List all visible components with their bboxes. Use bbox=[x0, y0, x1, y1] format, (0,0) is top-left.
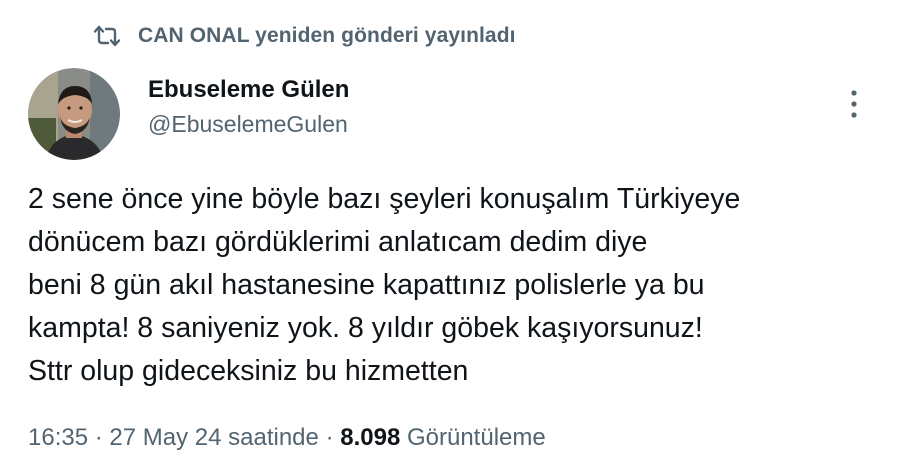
tweet-line: Sttr olup gideceksiniz bu hizmetten bbox=[28, 355, 469, 387]
repost-banner[interactable]: CAN ONAL yeniden gönderi yayınladı bbox=[92, 18, 516, 54]
meta-separator: · bbox=[325, 424, 334, 451]
tweet-line: 2 sene önce yine böyle bazı şeyleri konu… bbox=[28, 183, 741, 215]
more-vertical-icon bbox=[850, 89, 858, 124]
repost-label[interactable]: CAN ONAL yeniden gönderi yayınladı bbox=[138, 24, 516, 48]
tweet-time[interactable]: 16:35 bbox=[28, 424, 88, 451]
tweet-line: dönücem bazı gördüklerimi anlatıcam dedi… bbox=[28, 226, 648, 258]
meta-separator: · bbox=[94, 424, 103, 451]
tweet-meta: 16:35 · 27 May 24 saatinde · 8.098 Görün… bbox=[28, 424, 546, 452]
views-count[interactable]: 8.098 bbox=[340, 424, 400, 451]
views-label: Görüntüleme bbox=[406, 424, 546, 451]
tweet-line: kampta! 8 saniyeniz yok. 8 yıldır göbek … bbox=[28, 312, 703, 344]
repost-icon bbox=[92, 21, 122, 51]
tweet-text: 2 sene önce yine böyle bazı şeyleri konu… bbox=[28, 178, 868, 393]
tweet-line: beni 8 gün akıl hastanesine kapattınız p… bbox=[28, 269, 705, 301]
avatar[interactable] bbox=[28, 68, 120, 160]
tweet-date[interactable]: 27 May 24 saatinde bbox=[109, 424, 318, 451]
author-block[interactable]: Ebuseleme Gülen @EbuselemeGulen bbox=[148, 76, 349, 138]
more-options-button[interactable] bbox=[838, 86, 870, 126]
author-display-name[interactable]: Ebuseleme Gülen bbox=[148, 76, 349, 105]
author-handle[interactable]: @EbuselemeGulen bbox=[148, 111, 349, 139]
